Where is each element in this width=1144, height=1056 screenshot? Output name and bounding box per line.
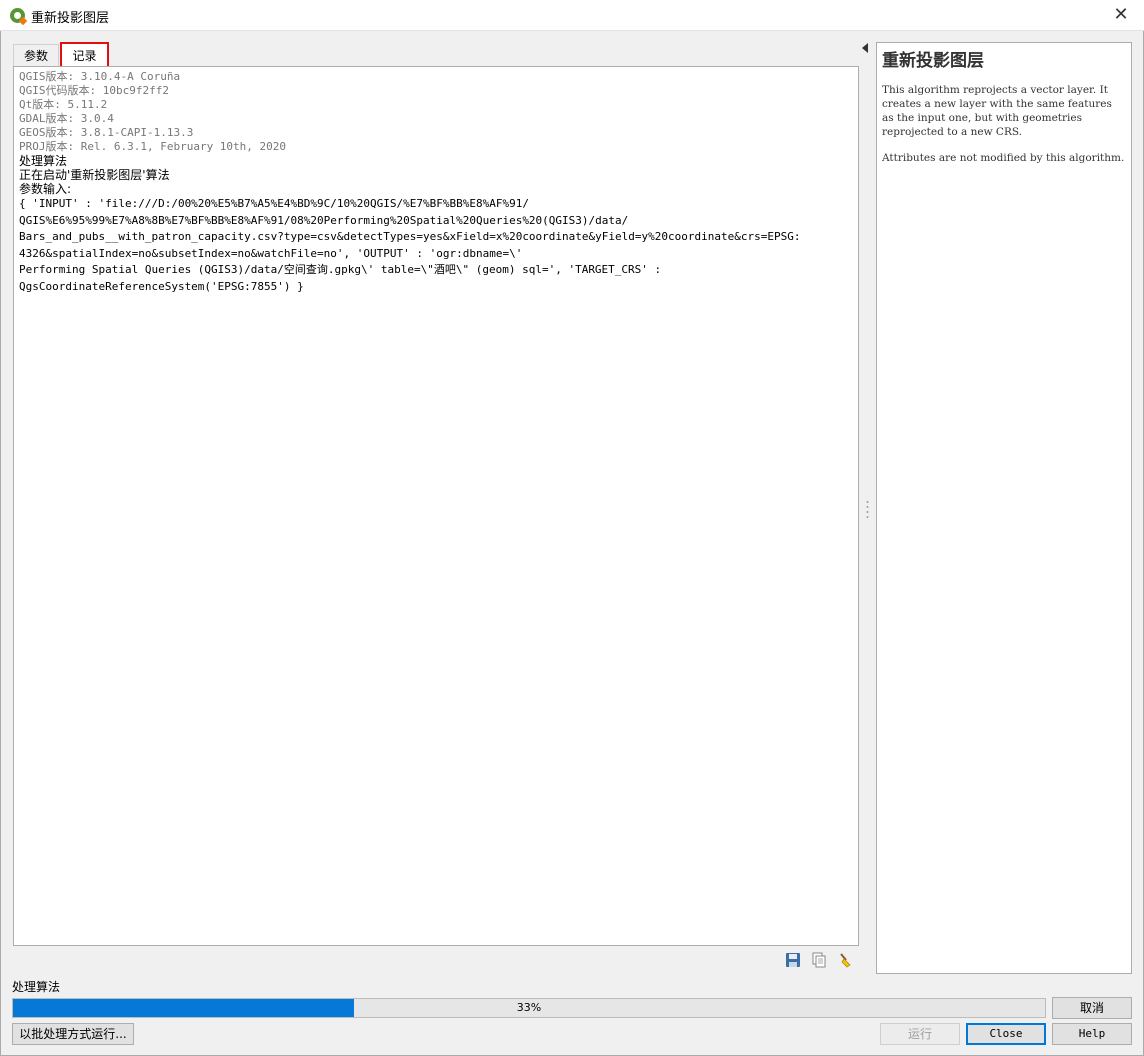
progress-text: 33%: [516, 1001, 542, 1014]
log-line: { 'INPUT' : 'file:///D:/00%20%E5%B7%A5%E…: [19, 197, 529, 210]
save-icon[interactable]: [785, 952, 801, 968]
progress-bar: 33%: [12, 998, 1046, 1018]
clear-icon[interactable]: [837, 952, 853, 968]
log-line: QGIS代码版本: 10bc9f2ff2: [19, 84, 169, 97]
help-button[interactable]: Help: [1052, 1023, 1132, 1045]
run-button[interactable]: 运行: [880, 1023, 960, 1045]
copy-icon[interactable]: [811, 952, 827, 968]
window-title: 重新投影图层: [31, 11, 110, 26]
log-line: 正在启动'重新投影图层'算法: [19, 168, 170, 182]
log-line: QGIS版本: 3.10.4-A Coruña: [19, 70, 181, 83]
log-line: GEOS版本: 3.8.1-CAPI-1.13.3: [19, 126, 194, 139]
collapse-arrow-icon[interactable]: [862, 43, 868, 53]
splitter-handle[interactable]: [866, 500, 869, 518]
log-toolbar: [13, 946, 859, 973]
log-line: Qt版本: 5.11.2: [19, 98, 108, 111]
log-line: Bars_and_pubs__with_patron_capacity.csv?…: [19, 230, 801, 243]
log-output[interactable]: QGIS版本: 3.10.4-A Coruña QGIS代码版本: 10bc9f2…: [13, 66, 859, 946]
log-line: QGIS%E6%95%99%E7%A8%8B%E7%BF%BB%E8%AF%91…: [19, 213, 629, 227]
log-line: QgsCoordinateReferenceSystem('EPSG:7855'…: [19, 279, 304, 293]
log-line: 处理算法: [19, 154, 68, 168]
log-line: GDAL版本: 3.0.4: [19, 112, 114, 125]
help-description: This algorithm reprojects a vector layer…: [882, 84, 1112, 138]
help-panel: 重新投影图层 This algorithm reprojects a vecto…: [876, 42, 1132, 974]
help-title: 重新投影图层: [882, 51, 984, 71]
log-line: 参数输入:: [19, 182, 72, 196]
log-line: 4326&spatialIndex=no&subsetIndex=no&watc…: [19, 246, 523, 260]
close-button[interactable]: Close: [966, 1023, 1046, 1045]
qgis-logo-icon: [10, 8, 28, 26]
progress-label: 处理算法: [12, 980, 61, 994]
tab-log[interactable]: 记录: [60, 42, 109, 69]
log-line: Performing Spatial Queries (QGIS3)/data/…: [19, 263, 662, 276]
tab-parameters[interactable]: 参数: [13, 44, 59, 67]
batch-process-button[interactable]: 以批处理方式运行...: [12, 1023, 134, 1045]
close-window-button[interactable]: ✕: [1098, 0, 1144, 31]
log-line: PROJ版本: Rel. 6.3.1, February 10th, 2020: [19, 140, 287, 153]
help-note: Attributes are not modified by this algo…: [882, 152, 1125, 164]
title-bar: 重新投影图层 ✕: [0, 0, 1144, 31]
cancel-button[interactable]: 取消: [1052, 997, 1132, 1019]
